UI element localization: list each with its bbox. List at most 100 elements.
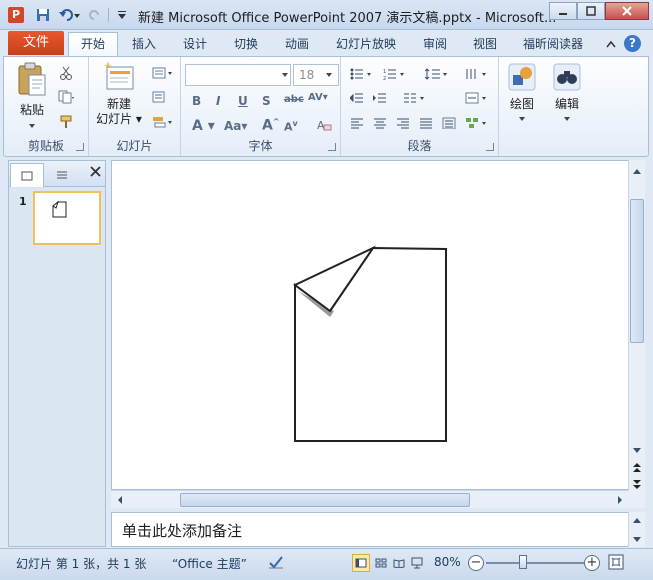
- horizontal-scroll-thumb[interactable]: [180, 493, 470, 507]
- distributed-icon[interactable]: [441, 115, 457, 131]
- tab-animations[interactable]: 动画: [285, 34, 309, 56]
- font-size-dropdown-icon[interactable]: [326, 73, 332, 77]
- reading-view-icon[interactable]: [390, 554, 408, 572]
- tab-review[interactable]: 审阅: [423, 34, 447, 56]
- bullets-icon[interactable]: [349, 66, 375, 82]
- font-color-icon[interactable]: A ▾: [192, 118, 215, 134]
- clear-formatting-icon[interactable]: A: [316, 117, 332, 133]
- vertical-scrollbar[interactable]: [628, 160, 645, 508]
- slide-canvas[interactable]: [111, 160, 629, 490]
- tab-design[interactable]: 设计: [183, 34, 207, 56]
- vertical-scroll-thumb[interactable]: [630, 199, 644, 343]
- cut-icon[interactable]: [58, 65, 74, 81]
- outline-tab-icon[interactable]: [45, 163, 79, 187]
- horizontal-scrollbar[interactable]: [111, 490, 629, 508]
- close-button[interactable]: [605, 2, 649, 20]
- paste-dropdown-icon[interactable]: [29, 124, 35, 128]
- tab-insert[interactable]: 插入: [132, 34, 156, 56]
- align-left-icon[interactable]: [349, 115, 365, 131]
- editing-button[interactable]: 编辑: [548, 61, 586, 121]
- align-center-icon[interactable]: [372, 115, 388, 131]
- paragraph-launcher-icon[interactable]: [486, 143, 494, 151]
- scroll-up-icon[interactable]: [630, 165, 645, 177]
- new-slide-button[interactable]: 新建 幻灯片 ▾: [93, 61, 145, 127]
- align-text-icon[interactable]: [464, 90, 490, 106]
- scroll-left-icon[interactable]: [114, 493, 126, 507]
- character-spacing-icon[interactable]: AV▾: [308, 92, 328, 103]
- help-icon[interactable]: ?: [624, 35, 641, 52]
- new-slide-label-1: 新建: [106, 97, 131, 111]
- font-size-combobox[interactable]: 18: [293, 64, 339, 86]
- strikethrough-icon[interactable]: abc: [284, 94, 304, 105]
- undo-icon[interactable]: [56, 6, 82, 24]
- theme-status[interactable]: “Office 主题”: [172, 555, 247, 572]
- tab-foxit-reader[interactable]: 福昕阅读器: [523, 34, 583, 56]
- zoom-level[interactable]: 80%: [434, 555, 461, 569]
- slideshow-view-icon[interactable]: [408, 554, 426, 572]
- notes-scroll-down-icon[interactable]: [630, 534, 645, 544]
- fit-to-window-icon[interactable]: [608, 554, 624, 570]
- text-direction-icon[interactable]: [464, 66, 490, 82]
- italic-icon[interactable]: I: [216, 94, 220, 108]
- redo-icon[interactable]: [86, 6, 104, 24]
- notes-scroll-up-icon[interactable]: [630, 515, 645, 525]
- normal-view-icon[interactable]: [352, 554, 370, 572]
- scroll-down-icon[interactable]: [630, 444, 645, 456]
- shrink-font-icon[interactable]: Av: [284, 119, 298, 134]
- paste-button[interactable]: 粘贴: [10, 61, 54, 128]
- status-bar: 幻灯片 第 1 张，共 1 张 “Office 主题” 80% − +: [0, 548, 653, 580]
- tab-slideshow[interactable]: 幻灯片放映: [336, 34, 396, 56]
- maximize-button[interactable]: [577, 2, 605, 20]
- line-spacing-icon[interactable]: [424, 66, 450, 82]
- slides-tab-icon[interactable]: [10, 163, 44, 187]
- change-case-icon[interactable]: Aa▾: [224, 119, 247, 133]
- tab-transitions[interactable]: 切换: [234, 34, 258, 56]
- zoom-in-button[interactable]: +: [584, 555, 600, 571]
- align-right-icon[interactable]: [395, 115, 411, 131]
- save-icon[interactable]: [34, 6, 52, 24]
- columns-icon[interactable]: [402, 90, 428, 106]
- reset-slide-icon[interactable]: [151, 89, 167, 105]
- copy-icon[interactable]: [58, 89, 74, 105]
- justify-icon[interactable]: [418, 115, 434, 131]
- shadow-icon[interactable]: S: [262, 94, 271, 108]
- minimize-ribbon-icon[interactable]: [606, 40, 616, 48]
- format-painter-icon[interactable]: [58, 114, 74, 130]
- spelling-check-icon[interactable]: [268, 554, 284, 570]
- tab-view[interactable]: 视图: [473, 34, 497, 56]
- layout-icon[interactable]: [151, 65, 175, 81]
- decrease-indent-icon[interactable]: [349, 90, 365, 106]
- notes-pane[interactable]: 单击此处添加备注: [111, 512, 629, 547]
- zoom-out-button[interactable]: −: [468, 555, 484, 571]
- tab-home[interactable]: 开始: [68, 32, 119, 57]
- drawing-button[interactable]: 绘图: [503, 61, 541, 121]
- customize-qat-icon[interactable]: [113, 6, 131, 24]
- font-name-dropdown-icon[interactable]: [282, 73, 288, 77]
- powerpoint-app-icon[interactable]: P: [8, 7, 24, 23]
- numbering-icon[interactable]: 12: [382, 66, 408, 82]
- previous-slide-icon[interactable]: [630, 460, 645, 474]
- tab-file[interactable]: 文件: [8, 31, 64, 55]
- zoom-slider-track[interactable]: [486, 562, 584, 564]
- clipboard-launcher-icon[interactable]: [76, 143, 84, 151]
- slide-thumbnail[interactable]: [33, 191, 101, 245]
- convert-smartart-icon[interactable]: [464, 115, 490, 131]
- underline-icon[interactable]: U: [238, 94, 248, 108]
- next-slide-icon[interactable]: [630, 478, 645, 492]
- scroll-right-icon[interactable]: [614, 493, 626, 507]
- close-pane-icon[interactable]: [90, 165, 101, 181]
- bold-icon[interactable]: B: [192, 94, 201, 108]
- section-icon[interactable]: [151, 114, 175, 130]
- font-launcher-icon[interactable]: [328, 143, 336, 151]
- grow-font-icon[interactable]: A^: [262, 117, 280, 134]
- slide-sorter-view-icon[interactable]: [372, 554, 390, 572]
- increase-indent-icon[interactable]: [372, 90, 388, 106]
- editing-dropdown-icon[interactable]: [564, 117, 570, 121]
- help-area: ?: [606, 35, 641, 52]
- font-name-combobox[interactable]: [185, 64, 291, 86]
- zoom-slider-thumb[interactable]: [519, 555, 527, 569]
- drawing-dropdown-icon[interactable]: [519, 117, 525, 121]
- notes-scrollbar[interactable]: [628, 512, 645, 547]
- minimize-button[interactable]: [549, 2, 577, 20]
- folded-page-shape[interactable]: [112, 161, 630, 491]
